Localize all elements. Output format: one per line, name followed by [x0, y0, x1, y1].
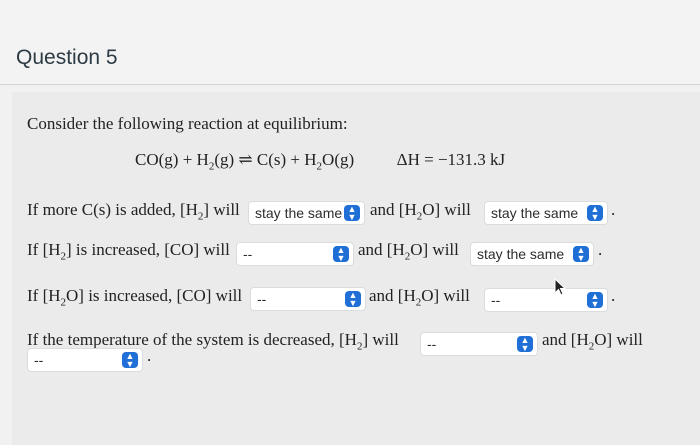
row-1-select-h2o[interactable]: stay the same ▲ ▼ [484, 201, 608, 225]
row-2-select-h2o[interactable]: stay the same ▲ ▼ [470, 242, 594, 266]
period: . [611, 286, 616, 305]
equilibrium-arrow-icon: ⇌ [238, 150, 253, 169]
period: . [147, 346, 152, 365]
period: . [598, 240, 603, 259]
row-1-mid-text: and [H2O] will [370, 200, 471, 223]
row-3-mid-text: and [H2O] will [369, 286, 470, 309]
row-3-select-h2o[interactable]: -- ▲ ▼ [484, 288, 608, 312]
chevron-up-down-icon: ▲ ▼ [345, 291, 361, 308]
chevron-up-down-icon: ▲ ▼ [344, 205, 360, 222]
row-4-mid-text: and [H2O] will [542, 330, 643, 353]
question-body [12, 92, 700, 445]
row-2-mid-text: and [H2O] will [358, 240, 459, 263]
enthalpy-value: ΔH = −131.3 kJ [396, 150, 506, 169]
mouse-pointer-icon [554, 278, 567, 296]
row-2-text: If [H2] is increased, [CO] will [27, 240, 230, 263]
row-4-select-h2o[interactable]: -- ▲ ▼ [27, 348, 143, 372]
question-prompt: Consider the following reaction at equil… [27, 114, 348, 133]
chevron-up-down-icon: ▲ ▼ [517, 336, 533, 353]
chevron-up-down-icon: ▲ ▼ [573, 246, 589, 263]
row-4-select-h2[interactable]: -- ▲ ▼ [420, 332, 538, 356]
row-2-select-co[interactable]: -- ▲ ▼ [236, 242, 354, 266]
row-3-select-co[interactable]: -- ▲ ▼ [250, 287, 366, 311]
chevron-up-down-icon: ▲ ▼ [333, 246, 349, 263]
row-1-select-h2[interactable]: stay the same ▲ ▼ [248, 201, 365, 225]
chevron-up-down-icon: ▲ ▼ [122, 352, 138, 369]
chevron-up-down-icon: ▲ ▼ [587, 292, 603, 309]
chevron-up-down-icon: ▲ ▼ [587, 205, 603, 222]
question-title: Question 5 [16, 46, 118, 69]
reaction-equation: CO(g) + H2(g) ⇌ C(s) + H2O(g) ΔH = −131.… [135, 150, 506, 173]
row-1-text: If more C(s) is added, [H2] will [27, 200, 240, 223]
row-3-text: If [H2O] is increased, [CO] will [27, 286, 243, 309]
period: . [611, 200, 616, 219]
question-header: Question 5 [0, 0, 700, 85]
